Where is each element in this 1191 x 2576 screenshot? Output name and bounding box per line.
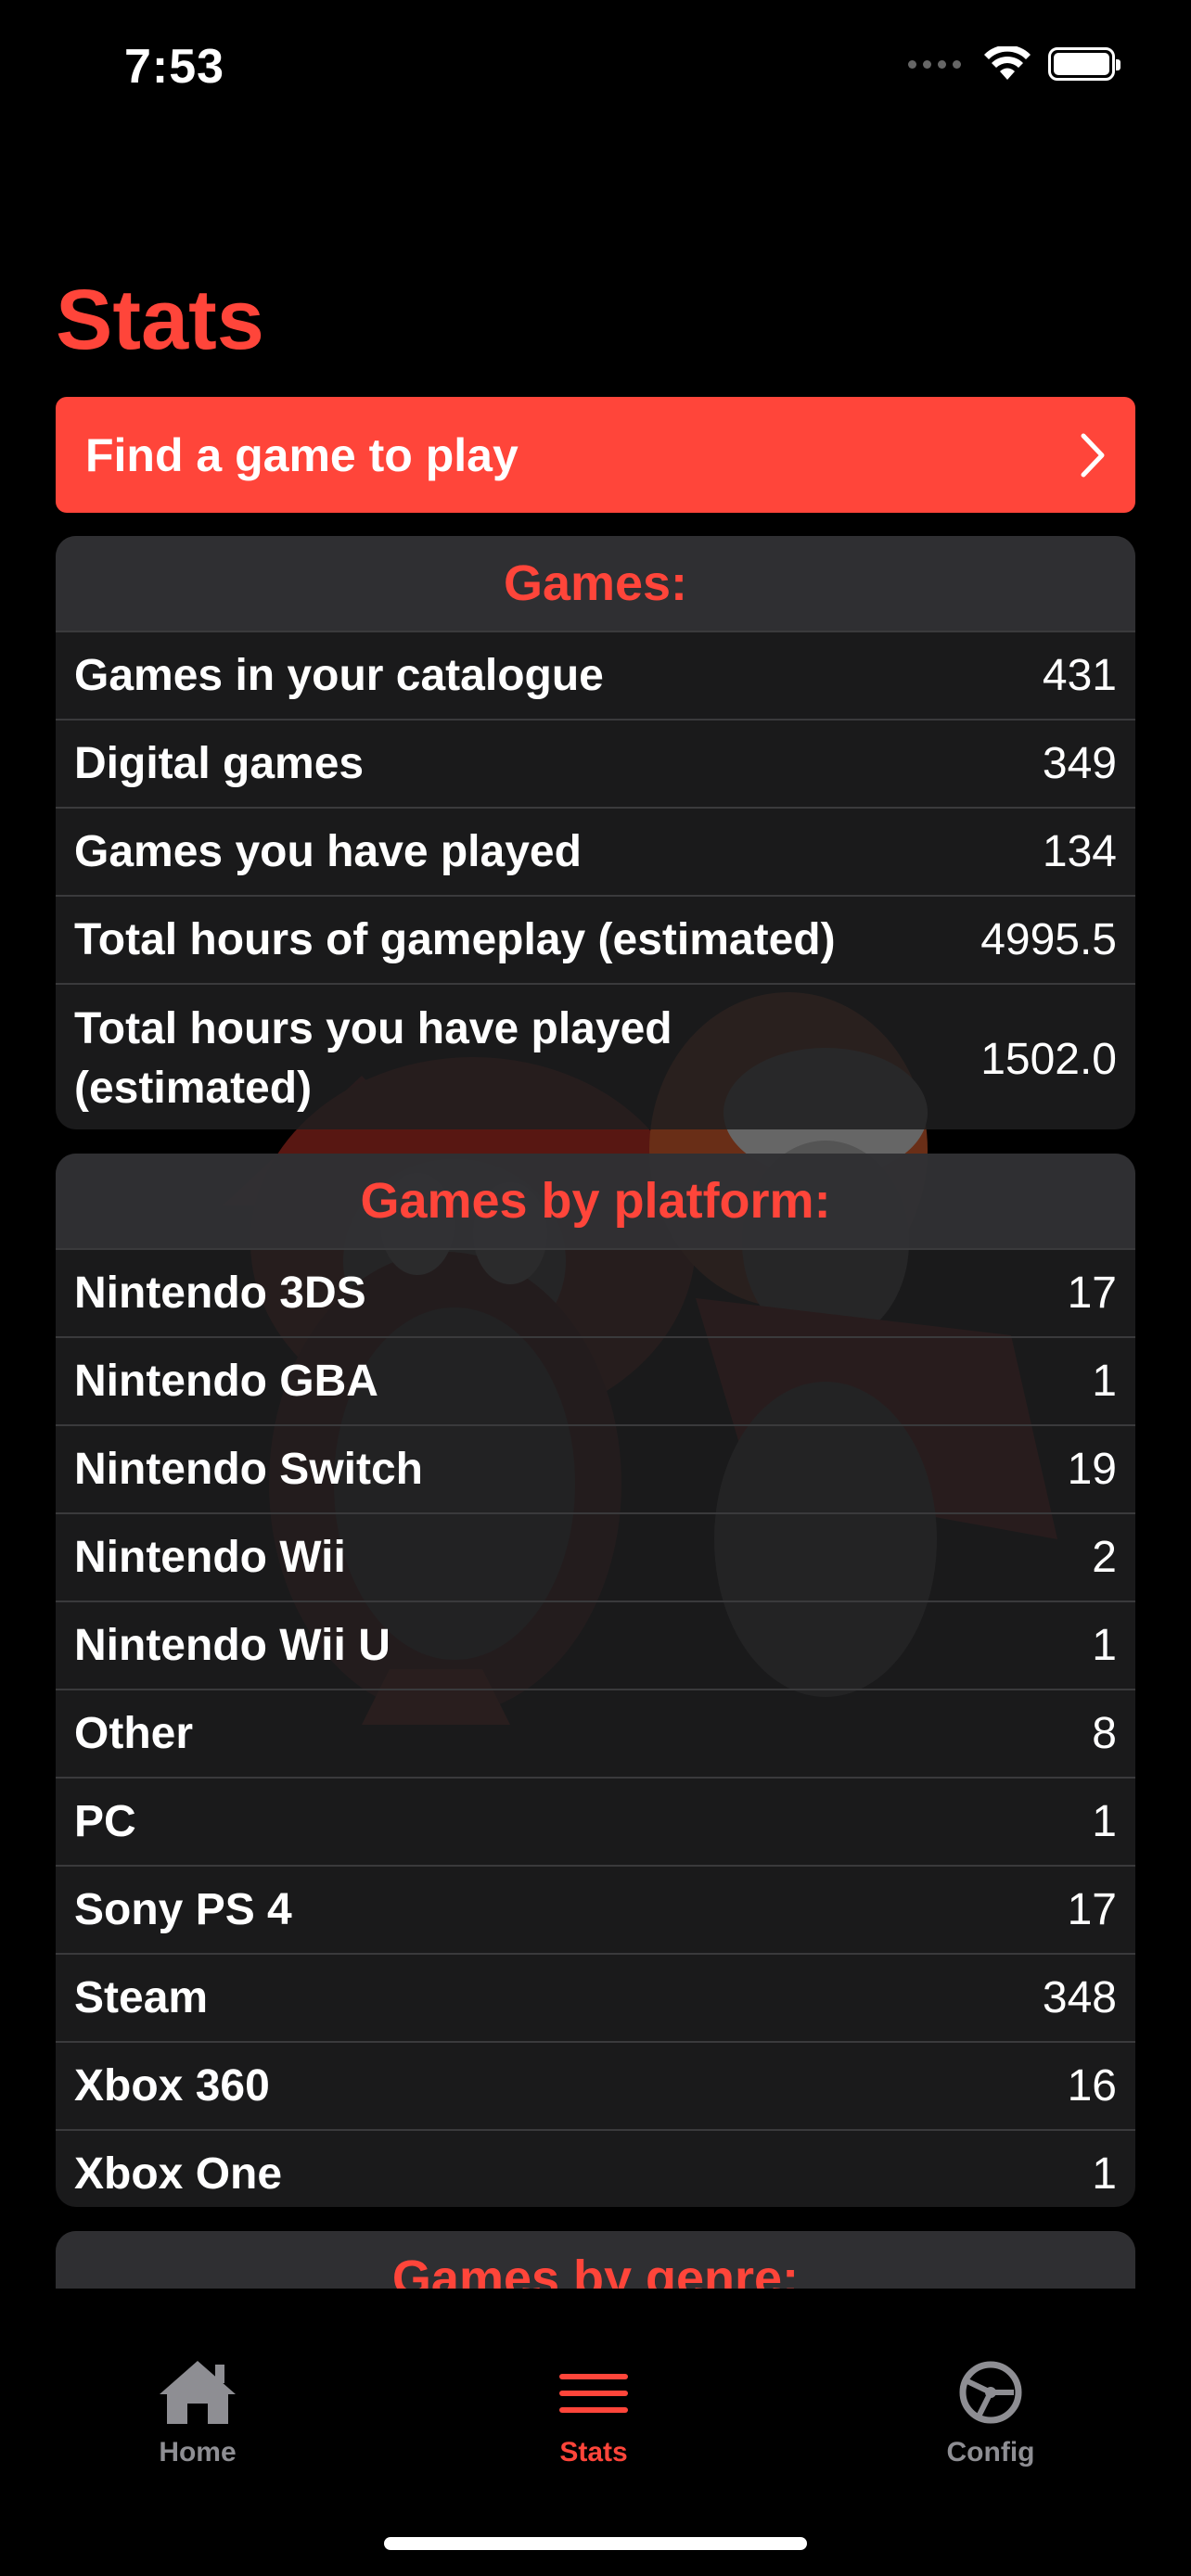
status-icons <box>908 46 1121 82</box>
row-label: Digital games <box>74 739 365 788</box>
platform-card-title: Games by platform: <box>56 1154 1135 1250</box>
row-label: Games in your catalogue <box>74 651 604 700</box>
row-label: Sony PS 4 <box>74 1885 292 1934</box>
table-row: Games you have played 134 <box>56 809 1135 897</box>
row-label: Other <box>74 1709 194 1758</box>
row-value: 4995.5 <box>980 915 1117 964</box>
table-row: Steam 348 <box>56 1955 1135 2043</box>
games-card: Games: Games in your catalogue 431 Digit… <box>56 536 1135 1129</box>
row-value: 134 <box>1042 827 1117 876</box>
table-row: Other 8 <box>56 1690 1135 1779</box>
tab-stats-label: Stats <box>559 2437 628 2468</box>
chevron-right-icon <box>1081 433 1105 478</box>
table-row: Total hours of gameplay (estimated) 4995… <box>56 897 1135 985</box>
row-label: PC <box>74 1797 136 1846</box>
games-card-title: Games: <box>56 536 1135 632</box>
row-value: 17 <box>1067 1885 1117 1934</box>
table-row: Games in your catalogue 431 <box>56 632 1135 721</box>
table-row: Digital games 349 <box>56 721 1135 809</box>
row-label: Games you have played <box>74 827 582 876</box>
row-label: Xbox One <box>74 2149 283 2199</box>
row-value: 1 <box>1092 1797 1117 1846</box>
table-row: Nintendo GBA 1 <box>56 1338 1135 1426</box>
status-bar: 7:53 <box>0 0 1191 130</box>
row-value: 1 <box>1092 1621 1117 1670</box>
tab-config-label: Config <box>946 2437 1035 2468</box>
table-row: PC 1 <box>56 1779 1135 1867</box>
tab-config[interactable]: Config <box>898 2357 1083 2468</box>
table-row: Sony PS 4 17 <box>56 1867 1135 1955</box>
row-value: 2 <box>1092 1533 1117 1582</box>
tab-stats[interactable]: Stats <box>501 2357 686 2468</box>
row-value: 1 <box>1092 1357 1117 1406</box>
home-indicator <box>384 2537 807 2550</box>
battery-icon <box>1048 47 1121 81</box>
row-label: Total hours you have played (estimated) <box>74 1004 672 1113</box>
row-label: Nintendo Switch <box>74 1445 423 1494</box>
platform-card: Games by platform: Nintendo 3DS 17 Ninte… <box>56 1154 1135 2207</box>
row-value: 348 <box>1042 1973 1117 2022</box>
tab-bar: Home Stats Config <box>0 2289 1191 2576</box>
table-row: Nintendo 3DS 17 <box>56 1250 1135 1338</box>
find-game-button[interactable]: Find a game to play <box>56 397 1135 513</box>
row-label: Total hours of gameplay (estimated) <box>74 915 836 964</box>
table-row: Total hours you have played (estimated) … <box>56 985 1135 1129</box>
row-label: Nintendo 3DS <box>74 1269 366 1318</box>
row-label: Xbox 360 <box>74 2061 270 2111</box>
tab-home-label: Home <box>159 2437 237 2468</box>
tab-home[interactable]: Home <box>105 2357 290 2468</box>
steering-wheel-icon <box>959 2361 1022 2424</box>
cellular-signal-icon <box>908 59 961 69</box>
find-game-label: Find a game to play <box>85 428 519 481</box>
table-row: Xbox 360 16 <box>56 2043 1135 2131</box>
row-label: Nintendo Wii U <box>74 1621 391 1670</box>
row-value: 19 <box>1067 1445 1117 1494</box>
table-row: Nintendo Wii 2 <box>56 1514 1135 1602</box>
table-row: Xbox One 1 <box>56 2131 1135 2207</box>
row-label: Nintendo GBA <box>74 1357 378 1406</box>
row-value: 431 <box>1042 651 1117 700</box>
row-value: 1502.0 <box>980 1034 1117 1084</box>
table-row: Nintendo Wii U 1 <box>56 1602 1135 1690</box>
row-value: 8 <box>1092 1709 1117 1758</box>
row-value: 349 <box>1042 739 1117 788</box>
status-time: 7:53 <box>124 40 225 94</box>
row-value: 16 <box>1067 2061 1117 2111</box>
page-title: Stats <box>56 273 264 367</box>
row-value: 17 <box>1067 1269 1117 1318</box>
wifi-icon <box>984 46 1031 80</box>
row-label: Nintendo Wii <box>74 1533 346 1582</box>
row-label: Steam <box>74 1973 209 2022</box>
row-value: 1 <box>1092 2149 1117 2199</box>
table-row: Nintendo Switch 19 <box>56 1426 1135 1514</box>
house-icon <box>160 2361 236 2424</box>
list-icon <box>559 2374 628 2413</box>
